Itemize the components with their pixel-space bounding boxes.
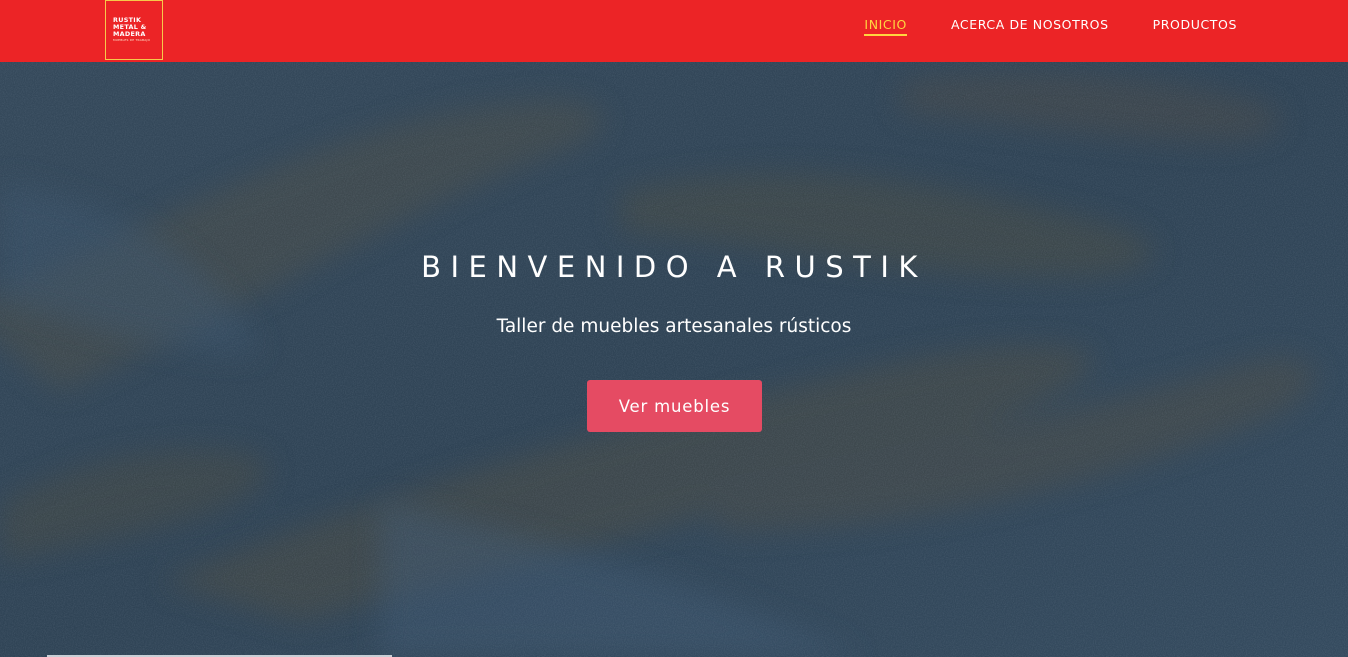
site-header: RUSTIK METAL & MADERA MUEBLES DE TRABAJO… <box>0 0 1348 62</box>
nav-item-acerca-de-nosotros[interactable]: ACERCA DE NOSOTROS <box>951 17 1109 34</box>
hero-subtitle: Taller de muebles artesanales rústicos <box>496 316 852 337</box>
logo-text-line-3: MADERA <box>113 30 146 38</box>
nav-item-inicio[interactable]: INICIO <box>864 17 907 36</box>
logo-tagline: MUEBLES DE TRABAJO <box>113 38 151 42</box>
hero-title: BIENVENIDO A RUSTIK <box>421 250 927 284</box>
brand-logo[interactable]: RUSTIK METAL & MADERA MUEBLES DE TRABAJO <box>105 0 163 60</box>
nav-item-productos[interactable]: PRODUCTOS <box>1153 17 1237 34</box>
main-nav: INICIO ACERCA DE NOSOTROS PRODUCTOS <box>820 0 1237 62</box>
hero-content: BIENVENIDO A RUSTIK Taller de muebles ar… <box>0 62 1348 657</box>
page: RUSTIK METAL & MADERA MUEBLES DE TRABAJO… <box>0 0 1348 657</box>
hero-section: BIENVENIDO A RUSTIK Taller de muebles ar… <box>0 62 1348 657</box>
ver-muebles-button[interactable]: Ver muebles <box>587 380 762 432</box>
